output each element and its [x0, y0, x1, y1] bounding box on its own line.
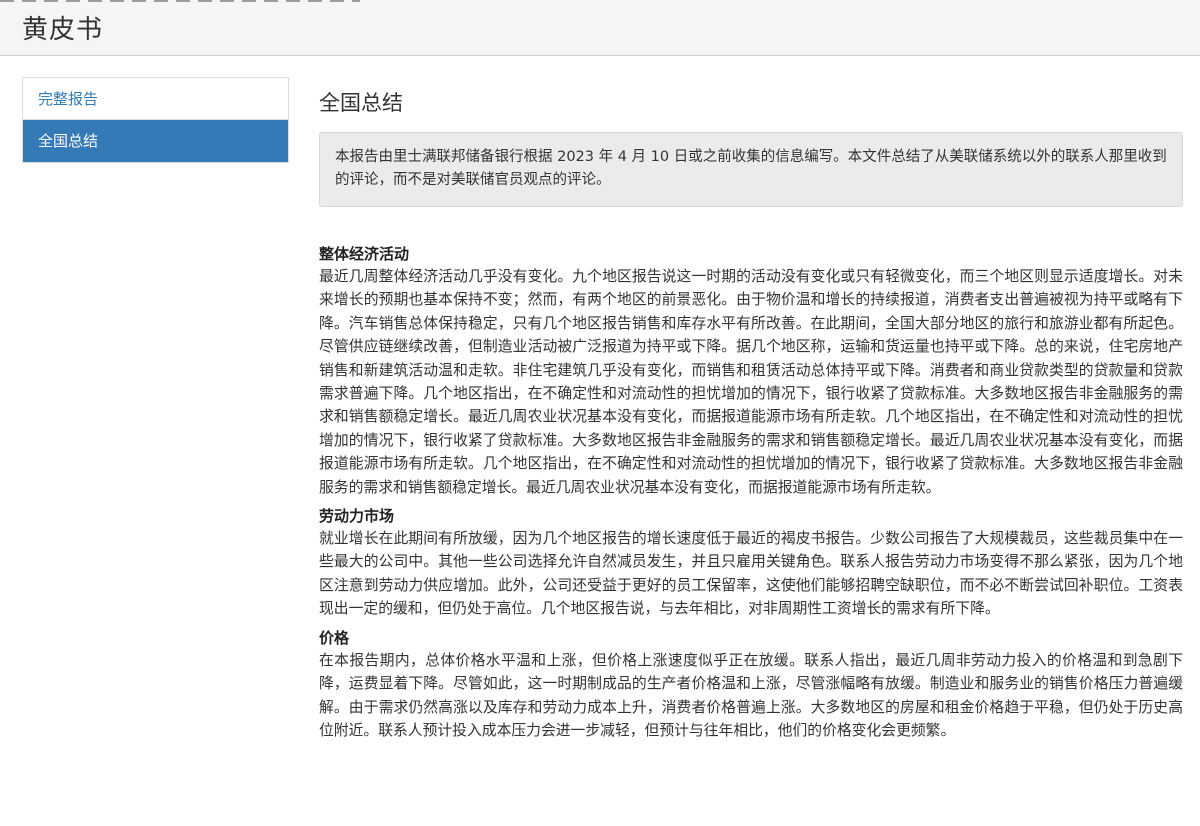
section-heading: 整体经济活动: [319, 245, 410, 263]
section-heading: 价格: [319, 628, 350, 647]
section-labor-market: 劳动力市场 就业增长在此期间有所放缓，因为几个地区报告的增长速度低于最近的褐皮书…: [319, 505, 1183, 621]
section-body: 在本报告期内，总体价格水平温和上涨，但价格上涨速度似乎正在放缓。联系人指出，最近…: [319, 651, 1183, 739]
site-title[interactable]: 黄皮书: [22, 14, 103, 46]
main-content: 全国总结 本报告由里士满联邦储备银行根据 2023 年 4 月 10 日或之前收…: [319, 86, 1183, 748]
section-overall-economic-activity: 整体经济活动 最近几周整体经济活动几乎没有变化。九个地区报告说这一时期的活动没有…: [319, 243, 1183, 499]
sidebar-item-national-summary[interactable]: 全国总结: [23, 120, 288, 162]
sidebar-item-full-report[interactable]: 完整报告: [23, 78, 288, 120]
section-body: 最近几周整体经济活动几乎没有变化。九个地区报告说这一时期的活动没有变化或只有轻微…: [319, 268, 1183, 496]
section-heading: 劳动力市场: [319, 507, 395, 526]
cropped-top-strip: [0, 0, 360, 2]
section-prices: 价格 在本报告期内，总体价格水平温和上涨，但价格上涨速度似乎正在放缓。联系人指出…: [319, 627, 1183, 743]
page-title: 全国总结: [319, 91, 403, 115]
notice-box: 本报告由里士满联邦储备银行根据 2023 年 4 月 10 日或之前收集的信息编…: [319, 132, 1183, 207]
top-navbar: 黄皮书: [0, 0, 1200, 56]
sidebar-nav: 完整报告 全国总结: [22, 77, 289, 163]
section-body: 就业增长在此期间有所放缓，因为几个地区报告的增长速度低于最近的褐皮书报告。少数公…: [319, 530, 1183, 618]
